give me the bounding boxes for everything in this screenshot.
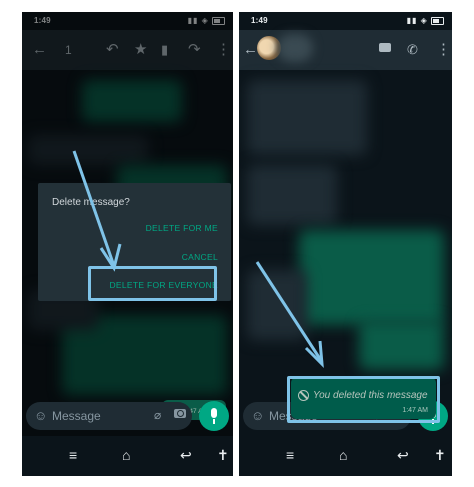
highlight-box-delete-for-everyone bbox=[88, 266, 217, 301]
highlight-box-deleted-message bbox=[287, 376, 440, 423]
battery-icon bbox=[431, 16, 444, 25]
phone-icon[interactable]: ✆ bbox=[407, 40, 418, 60]
input-bar: ☺ Message ⌀ bbox=[22, 398, 233, 436]
emoji-icon[interactable]: ☺ bbox=[251, 408, 264, 423]
menu-icon[interactable]: ≡ bbox=[69, 447, 77, 463]
attach-icon[interactable]: ⌀ bbox=[154, 408, 161, 422]
blurred-message bbox=[299, 230, 444, 325]
home-icon[interactable]: ⌂ bbox=[339, 447, 347, 463]
status-bar: 1:49 ▮▮ ◈ bbox=[239, 12, 452, 30]
back-arrow-icon[interactable]: ← bbox=[243, 40, 258, 60]
camera-icon[interactable] bbox=[174, 409, 186, 418]
system-icons: ▮▮ ◈ bbox=[407, 16, 444, 25]
blurred-message bbox=[359, 320, 444, 370]
blurred-message bbox=[247, 165, 337, 225]
video-call-icon[interactable] bbox=[379, 43, 391, 52]
home-icon[interactable]: ⌂ bbox=[122, 447, 130, 463]
status-time: 1:49 bbox=[251, 16, 268, 25]
mic-button[interactable] bbox=[199, 401, 229, 431]
navigation-bar: ≡ ⌂ ↩ ✝ bbox=[22, 436, 233, 476]
cancel-button[interactable]: CANCEL bbox=[182, 252, 218, 262]
message-placeholder: Message bbox=[52, 409, 101, 423]
message-input[interactable]: ☺ Message ⌀ bbox=[26, 402, 192, 430]
more-options-icon[interactable]: ⋮ bbox=[436, 40, 451, 60]
accessibility-icon[interactable]: ✝ bbox=[434, 447, 446, 464]
delete-for-me-button[interactable]: DELETE FOR ME bbox=[146, 223, 218, 233]
navigation-bar: ≡ ⌂ ↩ ✝ bbox=[239, 436, 452, 476]
back-nav-icon[interactable]: ↩ bbox=[180, 447, 192, 464]
blurred-contact-name bbox=[277, 34, 313, 62]
blurred-message bbox=[247, 270, 307, 340]
blurred-message bbox=[247, 80, 367, 155]
chat-header: ← ✆ ⋮ bbox=[239, 30, 452, 70]
emoji-icon[interactable]: ☺ bbox=[34, 408, 47, 423]
dialog-title: Delete message? bbox=[52, 197, 130, 208]
back-nav-icon[interactable]: ↩ bbox=[397, 447, 409, 464]
accessibility-icon[interactable]: ✝ bbox=[217, 447, 229, 464]
menu-icon[interactable]: ≡ bbox=[286, 447, 294, 463]
